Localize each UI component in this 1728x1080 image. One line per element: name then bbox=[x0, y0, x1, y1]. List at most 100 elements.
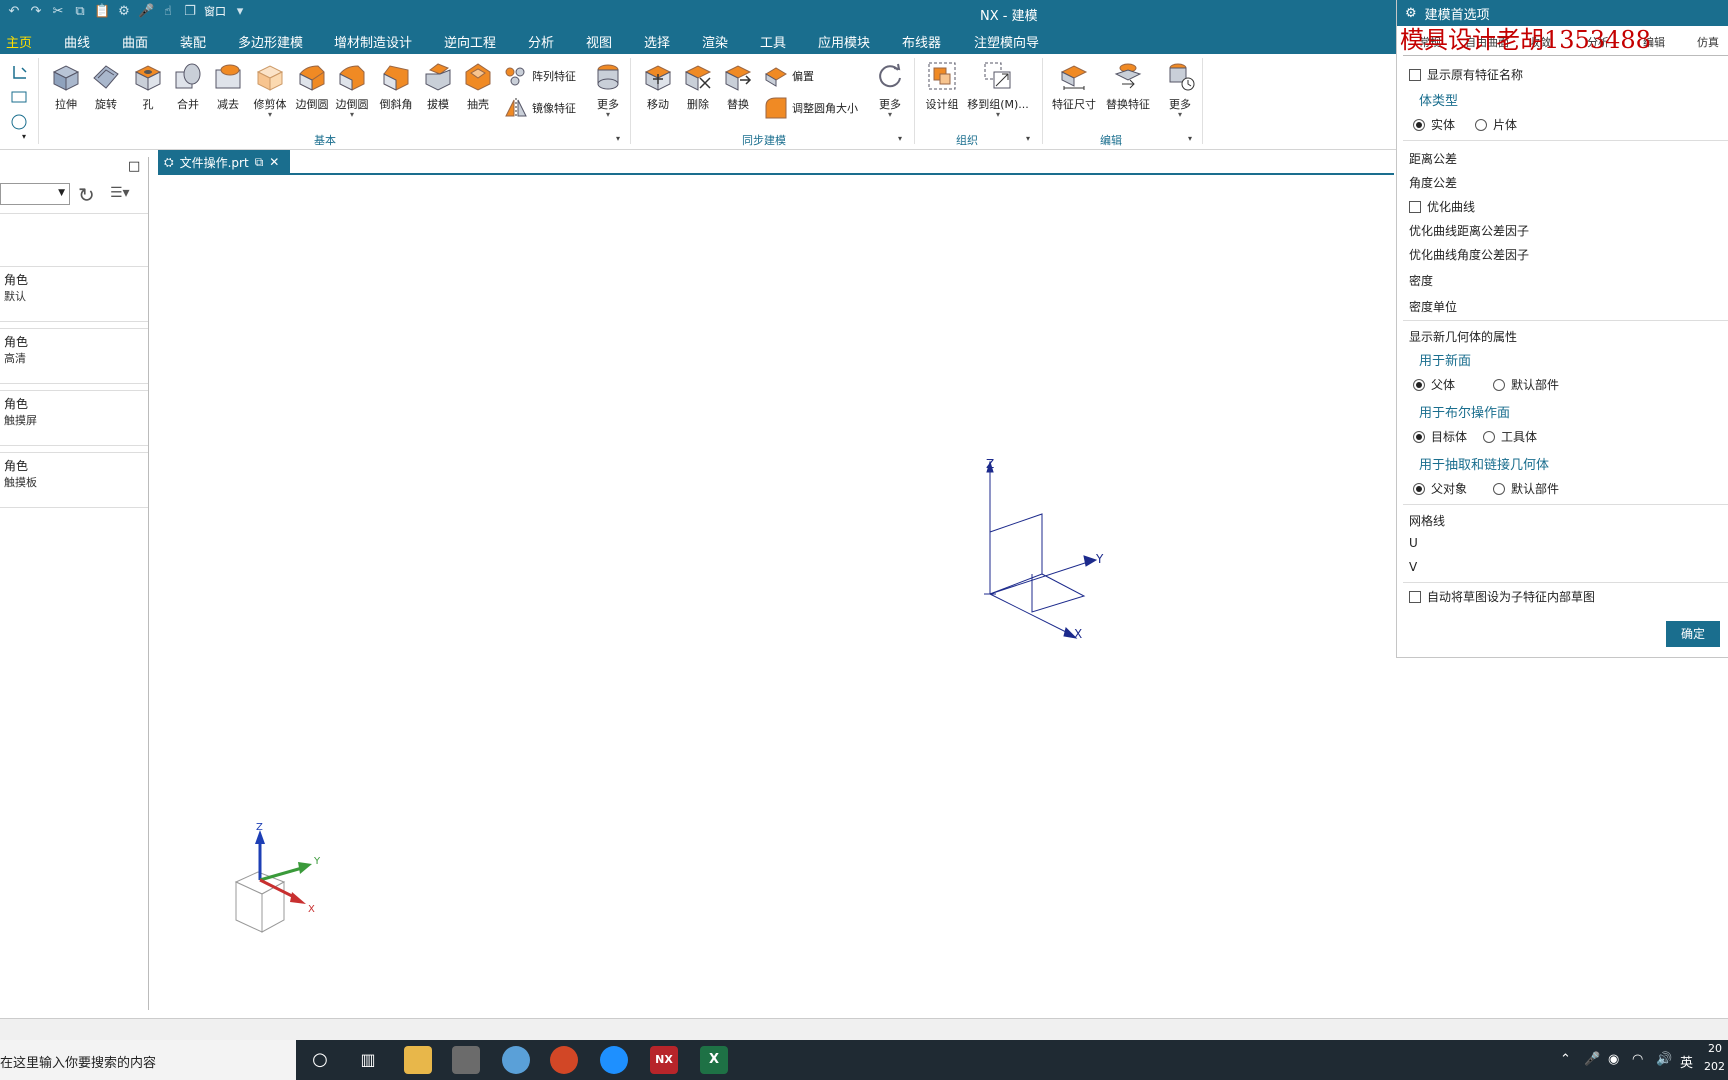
solid-radio[interactable] bbox=[1413, 118, 1425, 131]
document-tab[interactable]: ⛭ 文件操作.prt ⧉ ✕ bbox=[158, 150, 290, 174]
show-feature-name-checkbox[interactable] bbox=[1409, 68, 1421, 81]
body-type-solid[interactable]: 实体 bbox=[1413, 116, 1455, 133]
offset-button[interactable]: 偏置 bbox=[764, 64, 814, 88]
boolean-tool-body[interactable]: 工具体 bbox=[1483, 428, 1537, 445]
menu-apps[interactable]: 应用模块 bbox=[818, 32, 870, 51]
group-basic-caret[interactable]: ▾ bbox=[616, 134, 620, 143]
sheet-radio[interactable] bbox=[1475, 118, 1487, 131]
move-face-button[interactable]: 移动 bbox=[638, 60, 678, 112]
resize-fillet-button[interactable]: 调整圆角大小 bbox=[764, 96, 858, 120]
undo-icon[interactable]: ↶ bbox=[6, 4, 22, 20]
menu-select[interactable]: 选择 bbox=[644, 32, 670, 51]
new-face-parent[interactable]: 父体 bbox=[1413, 376, 1455, 393]
tray-volume-icon[interactable]: 🔊 bbox=[1656, 1052, 1672, 1067]
edge-blend-2-button[interactable]: 边倒圆 ▾ bbox=[332, 60, 372, 119]
trim-body-button[interactable]: 修剪体 ▾ bbox=[250, 60, 290, 119]
show-feature-name-option[interactable]: 显示原有特征名称 bbox=[1409, 66, 1523, 83]
tray-microphone-icon[interactable]: 🎤 bbox=[1584, 1052, 1600, 1067]
tray-qq-icon[interactable]: ◉ bbox=[1608, 1052, 1619, 1067]
tray-ime[interactable]: 英 bbox=[1680, 1052, 1693, 1071]
replace-feature-button[interactable]: 替换特征 bbox=[1102, 60, 1154, 112]
chevron-down-icon[interactable]: ▾ bbox=[232, 4, 248, 20]
extrude-button[interactable]: 拉伸 bbox=[46, 60, 86, 112]
extract-parent-object[interactable]: 父对象 bbox=[1413, 480, 1467, 497]
menu-tools[interactable]: 工具 bbox=[760, 32, 786, 51]
feature-dimension-button[interactable]: 特征尺寸 bbox=[1050, 60, 1098, 112]
cut-icon[interactable]: ✂ bbox=[50, 4, 66, 20]
menu-polygon[interactable]: 多边形建模 bbox=[238, 32, 303, 51]
sketch-more-caret[interactable]: ▾ bbox=[22, 132, 26, 141]
close-icon[interactable]: ✕ bbox=[269, 155, 279, 169]
cortana-icon[interactable]: ○ bbox=[306, 1046, 334, 1074]
menu-surface[interactable]: 曲面 bbox=[122, 32, 148, 51]
window-menu[interactable]: 窗口 bbox=[204, 4, 226, 20]
menu-reverse[interactable]: 逆向工程 bbox=[444, 32, 496, 51]
list-item[interactable]: 角色 触摸屏 bbox=[0, 390, 148, 446]
chamfer-button[interactable]: 倒斜角 bbox=[376, 60, 416, 112]
shell-button[interactable]: 抽壳 bbox=[458, 60, 498, 112]
paste-icon[interactable]: 📋 bbox=[94, 4, 110, 20]
app-icon[interactable] bbox=[502, 1046, 530, 1074]
tray-chevron-icon[interactable]: ⌃ bbox=[1560, 1052, 1571, 1067]
list-item[interactable]: 角色 默认 bbox=[0, 266, 148, 322]
replace-face-button[interactable]: 替换 bbox=[718, 60, 758, 112]
window-icon[interactable]: ❐ bbox=[182, 4, 198, 20]
design-group-button[interactable]: 设计组 bbox=[922, 60, 962, 112]
parent-object-radio[interactable] bbox=[1413, 482, 1425, 495]
tab-simulation[interactable]: 仿真 bbox=[1697, 34, 1719, 50]
menu-home[interactable]: 主页 bbox=[6, 32, 32, 51]
auto-sketch-option[interactable]: 自动将草图设为子特征内部草图 bbox=[1409, 588, 1595, 605]
view-triad[interactable]: Z Y X bbox=[226, 822, 336, 952]
move-to-group-button[interactable]: 移到组(M)... ▾ bbox=[966, 60, 1030, 119]
edge-blend-button[interactable]: 边倒圆 bbox=[292, 60, 332, 112]
task-view-icon[interactable]: ▥ bbox=[354, 1046, 382, 1074]
group-sync-caret[interactable]: ▾ bbox=[898, 134, 902, 143]
boolean-target-body[interactable]: 目标体 bbox=[1413, 428, 1467, 445]
tray-network-icon[interactable]: ◠ bbox=[1632, 1052, 1643, 1067]
taskbar-search-box[interactable]: 在这里输入你要搜索的内容 bbox=[0, 1040, 296, 1080]
refresh-icon[interactable]: ↻ bbox=[78, 183, 95, 207]
popout-icon[interactable]: ⧉ bbox=[255, 155, 264, 170]
subtract-button[interactable]: 减去 bbox=[208, 60, 248, 112]
more-edit-button[interactable]: 更多 ▾ bbox=[1160, 60, 1200, 119]
microphone-icon[interactable]: 🎤 bbox=[138, 4, 154, 20]
powerpoint-icon[interactable] bbox=[550, 1046, 578, 1074]
unite-button[interactable]: 合并 bbox=[168, 60, 208, 112]
optimize-curve-option[interactable]: 优化曲线 bbox=[1409, 198, 1475, 215]
gear-icon[interactable]: ⚙ bbox=[116, 4, 132, 20]
more-basic-button[interactable]: 更多 ▾ bbox=[588, 60, 628, 119]
draft-button[interactable]: 拔模 bbox=[418, 60, 458, 112]
auto-sketch-checkbox[interactable] bbox=[1409, 590, 1421, 603]
menu-analysis[interactable]: 分析 bbox=[528, 32, 554, 51]
group-edit-caret[interactable]: ▾ bbox=[1188, 134, 1192, 143]
clock-time[interactable]: 20 bbox=[1708, 1042, 1722, 1055]
nx-icon[interactable]: NX bbox=[650, 1046, 678, 1074]
list-item[interactable]: 角色 高清 bbox=[0, 328, 148, 384]
menu-curve[interactable]: 曲线 bbox=[64, 32, 90, 51]
list-item[interactable]: 角色 触摸板 bbox=[0, 452, 148, 508]
delete-face-button[interactable]: 删除 bbox=[678, 60, 718, 112]
parent-radio[interactable] bbox=[1413, 378, 1425, 391]
excel-icon[interactable]: X bbox=[700, 1046, 728, 1074]
extract-default-part[interactable]: 默认部件 bbox=[1493, 480, 1559, 497]
clock-date[interactable]: 202 bbox=[1704, 1060, 1725, 1073]
list-view-icon[interactable]: ☰▾ bbox=[110, 185, 130, 201]
menu-view[interactable]: 视图 bbox=[586, 32, 612, 51]
new-face-default-part[interactable]: 默认部件 bbox=[1493, 376, 1559, 393]
more-sync-button[interactable]: 更多 ▾ bbox=[870, 60, 910, 119]
pattern-feature-button[interactable]: 阵列特征 bbox=[504, 64, 576, 88]
sketch-tools[interactable] bbox=[8, 62, 32, 132]
menu-render[interactable]: 渲染 bbox=[702, 32, 728, 51]
touch-icon[interactable]: ☝ bbox=[160, 4, 176, 20]
ok-button[interactable]: 确定 bbox=[1666, 621, 1720, 647]
menu-router[interactable]: 布线器 bbox=[902, 32, 941, 51]
group-org-caret[interactable]: ▾ bbox=[1026, 134, 1030, 143]
default-part-2-radio[interactable] bbox=[1493, 482, 1505, 495]
maximize-icon[interactable]: □ bbox=[128, 159, 140, 174]
role-filter-dropdown[interactable]: ▼ bbox=[0, 183, 70, 205]
target-body-radio[interactable] bbox=[1413, 430, 1425, 443]
copy-icon[interactable]: ⧉ bbox=[72, 4, 88, 20]
body-type-sheet[interactable]: 片体 bbox=[1475, 116, 1517, 133]
file-explorer-icon[interactable] bbox=[404, 1046, 432, 1074]
graphics-viewport[interactable]: Z Y X Z Y X bbox=[158, 176, 1398, 1018]
